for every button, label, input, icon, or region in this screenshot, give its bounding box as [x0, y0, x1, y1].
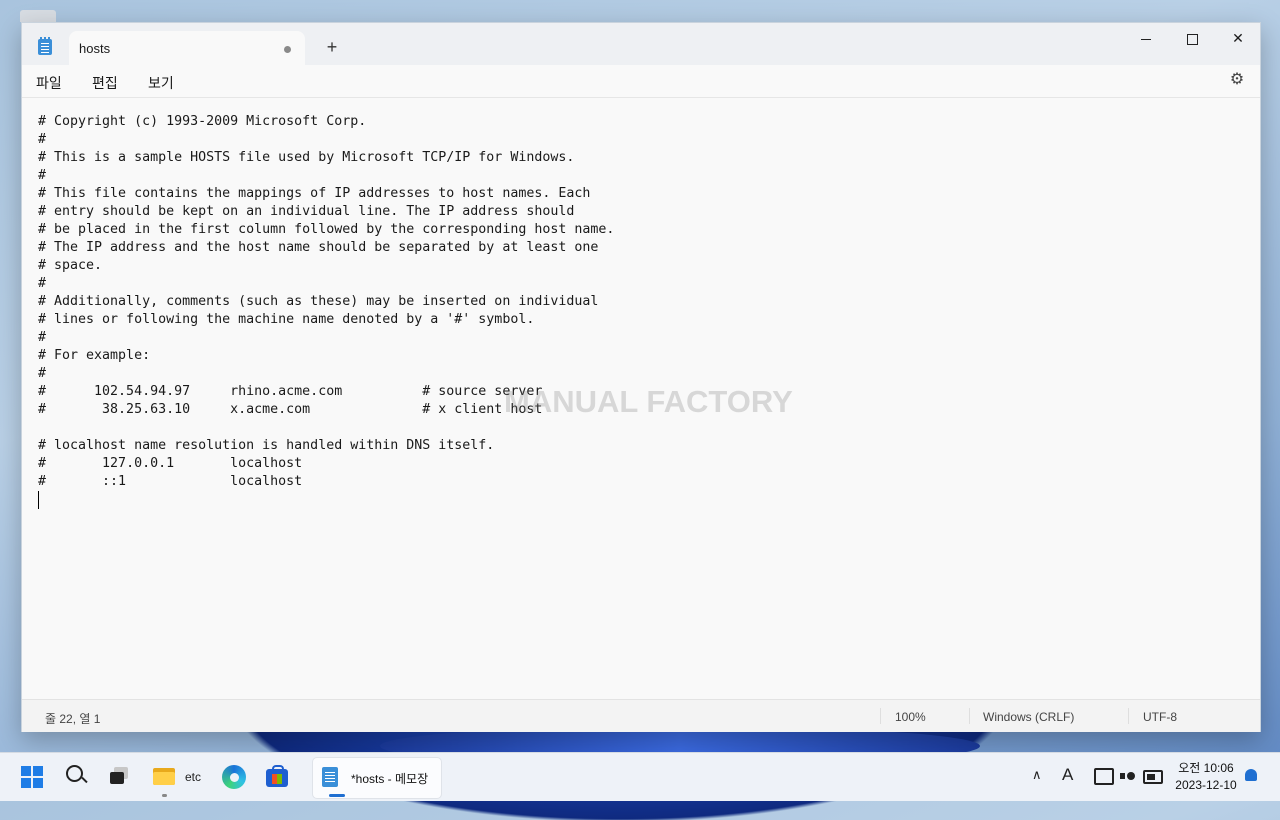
- clock-date: 2023-12-10: [1175, 778, 1237, 792]
- menu-view[interactable]: 보기: [148, 73, 174, 93]
- notepad-window: hosts + ✕ 파일 편집 보기 ⚙ # Copyright (c) 199…: [21, 22, 1261, 732]
- text-editor[interactable]: # Copyright (c) 1993-2009 Microsoft Corp…: [22, 98, 1260, 698]
- clock[interactable]: 오전 10:06 2023-12-10: [1168, 760, 1244, 794]
- show-hidden-icons-chevron-icon[interactable]: ∧: [1032, 767, 1042, 783]
- cursor-position: 줄 22, 열 1: [45, 712, 101, 726]
- minimize-button[interactable]: [1123, 23, 1169, 55]
- explorer-window-label[interactable]: etc: [185, 770, 201, 784]
- task-view-icon[interactable]: [110, 767, 130, 785]
- new-tab-button[interactable]: +: [322, 37, 342, 57]
- unsaved-dot-icon[interactable]: [284, 46, 291, 53]
- notepad-icon: [322, 767, 338, 787]
- status-divider: [969, 708, 970, 724]
- active-indicator: [329, 794, 345, 797]
- editor-text[interactable]: # Copyright (c) 1993-2009 Microsoft Corp…: [38, 113, 614, 491]
- notepad-app-icon: [38, 37, 52, 55]
- settings-gear-icon[interactable]: ⚙: [1228, 71, 1246, 89]
- title-bar: hosts + ✕: [22, 23, 1260, 65]
- input-method-icon[interactable]: A: [1062, 765, 1073, 785]
- status-divider: [1128, 708, 1129, 724]
- battery-icon[interactable]: [1143, 770, 1163, 784]
- volume-muted-icon[interactable]: [1120, 769, 1136, 783]
- menu-file[interactable]: 파일: [36, 73, 62, 93]
- edge-browser-icon[interactable]: [222, 765, 246, 789]
- desktop-icon-peek: [20, 10, 56, 22]
- zoom-level: 100%: [895, 710, 926, 724]
- search-icon[interactable]: [66, 765, 88, 785]
- file-explorer-folder-icon[interactable]: [153, 768, 175, 785]
- taskbar-notepad-label: *hosts - 메모장: [351, 772, 429, 786]
- notification-bell-icon[interactable]: [1245, 769, 1257, 781]
- start-windows-icon[interactable]: [21, 766, 43, 788]
- tab-title: hosts: [79, 41, 111, 56]
- menu-bar: 파일 편집 보기 ⚙: [22, 65, 1260, 98]
- status-divider: [880, 708, 881, 724]
- maximize-button[interactable]: [1169, 23, 1215, 55]
- network-icon[interactable]: [1094, 768, 1114, 785]
- close-button[interactable]: ✕: [1215, 23, 1261, 55]
- menu-edit[interactable]: 편집: [92, 73, 118, 93]
- clock-time: 오전 10:06: [1178, 761, 1234, 775]
- taskbar: etc *hosts - 메모장 ∧ A 오전 10:06 2023-12-10: [0, 752, 1280, 801]
- encoding: UTF-8: [1143, 710, 1177, 724]
- line-ending: Windows (CRLF): [983, 710, 1075, 724]
- maximize-icon: [1186, 33, 1198, 45]
- microsoft-store-icon[interactable]: [266, 765, 288, 787]
- text-caret: [38, 491, 39, 509]
- tab-hosts[interactable]: hosts: [69, 31, 305, 65]
- taskbar-notepad-button[interactable]: *hosts - 메모장: [312, 757, 442, 799]
- minimize-icon: [1141, 38, 1151, 40]
- status-bar: 줄 22, 열 1 100% Windows (CRLF) UTF-8: [22, 699, 1260, 732]
- running-indicator: [162, 794, 167, 797]
- watermark: MANUAL FACTORY: [504, 384, 793, 419]
